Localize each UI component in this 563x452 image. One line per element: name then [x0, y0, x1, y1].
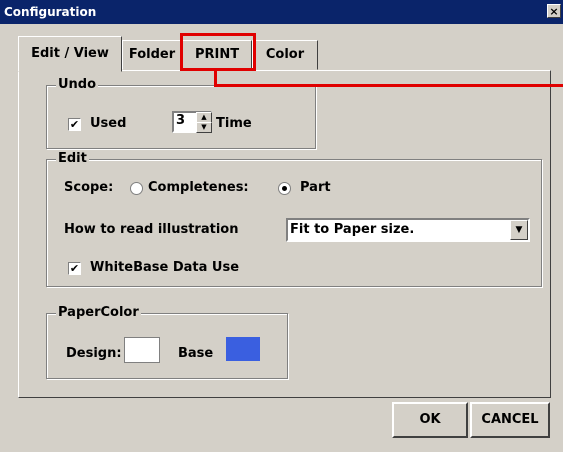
scope-part-radio[interactable] [278, 182, 291, 195]
tab-folder[interactable]: Folder [122, 40, 182, 70]
undo-legend: Undo [56, 77, 99, 93]
radio-selected-dot [282, 186, 287, 191]
chevron-down-icon: ▼ [515, 225, 523, 235]
design-label: Design: [66, 346, 122, 361]
paper-color-legend: PaperColor [56, 305, 141, 321]
tab-edit-view[interactable]: Edit / View [18, 36, 122, 72]
tab-label: Edit / View [31, 46, 109, 61]
edit-legend: Edit [56, 151, 89, 167]
callout-line [214, 84, 563, 87]
configuration-dialog: Configuration × Edit / View Folder PRINT… [0, 0, 563, 452]
tab-label: Color [265, 47, 305, 62]
cancel-button[interactable]: CANCEL [470, 402, 550, 438]
scope-part-label: Part [300, 180, 331, 195]
time-label: Time [216, 116, 252, 131]
close-icon[interactable]: × [547, 4, 561, 18]
read-illustration-select[interactable]: Fit to Paper size. [286, 218, 530, 242]
title-bar[interactable]: Configuration × [0, 0, 563, 24]
read-illustration-label: How to read illustration [64, 222, 239, 237]
used-label: Used [90, 116, 127, 131]
check-icon: ✔ [69, 118, 80, 131]
design-color-swatch[interactable] [124, 337, 160, 363]
scope-completeness-radio[interactable] [130, 182, 143, 195]
tab-label: Folder [128, 47, 176, 62]
ok-button[interactable]: OK [392, 402, 468, 438]
dropdown-button[interactable]: ▼ [510, 220, 528, 240]
window-title: Configuration [4, 5, 97, 19]
scope-label: Scope: [64, 180, 114, 195]
spin-down-icon: ▼ [201, 123, 207, 131]
whitebase-checkbox[interactable]: ✔ [68, 262, 81, 275]
scope-completeness-label: Completenes: [148, 180, 249, 195]
whitebase-label: WhiteBase Data Use [90, 260, 240, 275]
read-illustration-value: Fit to Paper size. [290, 222, 415, 237]
spin-up-icon: ▲ [201, 113, 207, 121]
check-icon: ✔ [69, 262, 80, 275]
print-tab-highlight [180, 33, 256, 71]
base-color-swatch[interactable] [226, 337, 260, 361]
spin-down-button[interactable]: ▼ [196, 122, 212, 133]
tab-color[interactable]: Color [252, 40, 318, 70]
used-checkbox[interactable]: ✔ [68, 118, 81, 131]
base-label: Base [178, 346, 214, 361]
